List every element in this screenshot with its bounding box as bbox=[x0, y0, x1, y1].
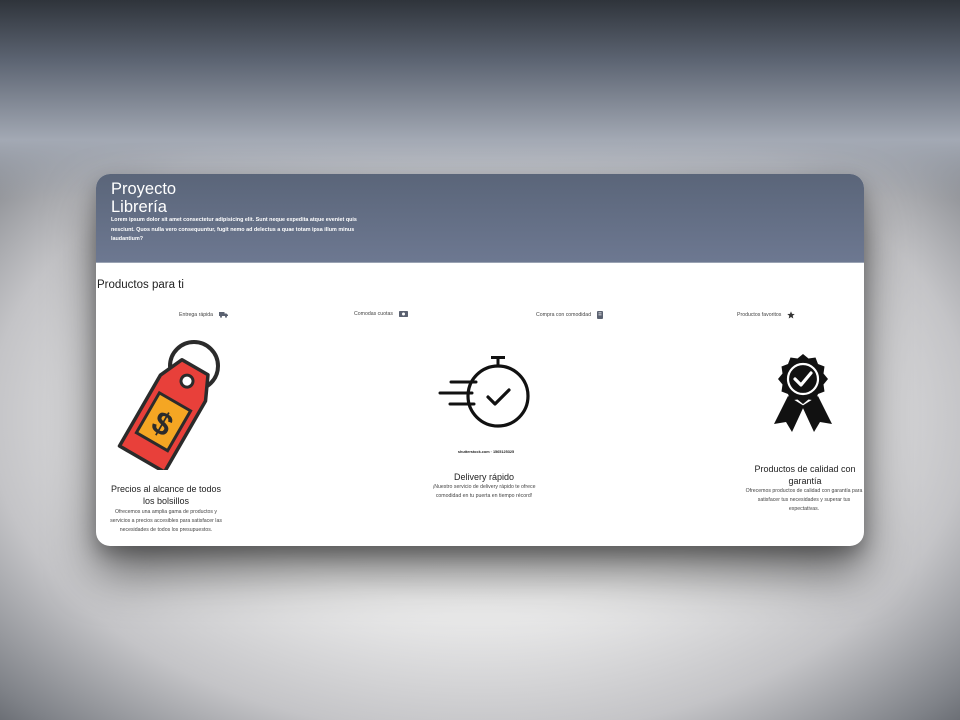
section-title: Productos para ti bbox=[97, 279, 184, 291]
mobile-icon bbox=[597, 311, 604, 319]
product-description: ¡Nuestro servicio de delivery rápido te … bbox=[432, 484, 536, 499]
product-description: Ofrecemos productos de calidad con garan… bbox=[745, 488, 863, 512]
image-credit: shutterstock.com · 1565125325 bbox=[457, 450, 515, 454]
page-card: Proyecto Librería Lorem ipsum dolor sit … bbox=[96, 174, 864, 546]
product-title: Delivery rápido bbox=[453, 472, 515, 482]
feature-fast-delivery: Entrega rápida bbox=[179, 311, 229, 318]
star-icon bbox=[787, 311, 796, 319]
background-top-shade bbox=[0, 0, 960, 200]
feature-label: Productos favoritos bbox=[737, 312, 782, 318]
stopwatch-icon bbox=[438, 356, 530, 428]
feature-installments: Comodas cuotas bbox=[354, 311, 408, 317]
site-title: Proyecto Librería bbox=[111, 180, 177, 216]
product-title: Precios al alcance de todos los bolsillo… bbox=[110, 484, 222, 506]
feature-label: Comodas cuotas bbox=[354, 311, 393, 317]
truck-icon bbox=[219, 312, 229, 318]
hero-banner: Proyecto Librería Lorem ipsum dolor sit … bbox=[96, 174, 864, 263]
feature-convenient-purchase: Compra con comodidad bbox=[536, 311, 604, 319]
price-tag-icon: $ bbox=[117, 340, 220, 470]
feature-label: Compra con comodidad bbox=[536, 312, 592, 318]
product-description: Ofrecemos una amplia gama de productos y… bbox=[110, 509, 222, 533]
feature-favorite-products: Productos favoritos bbox=[737, 311, 796, 319]
product-title: Productos de calidad con garantía bbox=[754, 464, 856, 486]
hero-description: Lorem ipsum dolor sit amet consectetur a… bbox=[111, 217, 357, 242]
money-icon bbox=[398, 311, 408, 317]
award-ribbon-icon bbox=[774, 354, 832, 432]
feature-label: Entrega rápida bbox=[179, 311, 214, 318]
